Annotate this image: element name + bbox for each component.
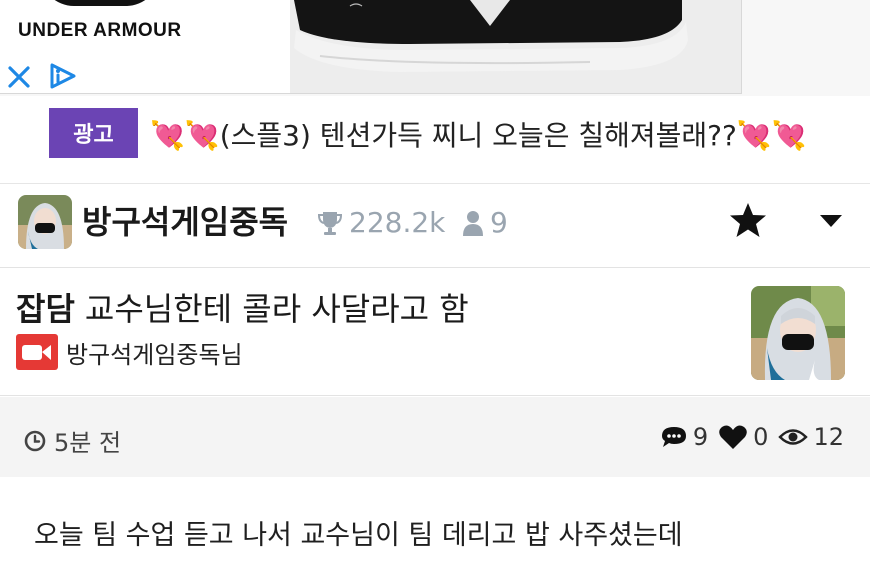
trophy-icon bbox=[317, 211, 343, 235]
ad-banner[interactable]: UNDER ARMOUR bbox=[0, 0, 870, 96]
ad-badge: 광고 bbox=[49, 108, 138, 158]
heart-icon bbox=[719, 425, 747, 449]
post-time-text: 5분 전 bbox=[54, 429, 122, 457]
close-icon[interactable] bbox=[6, 62, 32, 90]
post-header: 잡담 교수님한테 콜라 사달라고 함 방구석게임중독님 bbox=[0, 268, 870, 396]
members-count: 9 bbox=[490, 206, 508, 239]
views-stat: 12 bbox=[778, 423, 844, 451]
post-meta: 5분 전 9 0 12 bbox=[0, 397, 870, 477]
ad-frame[interactable]: UNDER ARMOUR bbox=[0, 0, 742, 94]
post-author[interactable]: 방구석게임중독님 bbox=[16, 334, 243, 370]
star-icon[interactable] bbox=[728, 200, 768, 240]
channel-header: 방구석게임중독 228.2k 9 bbox=[0, 184, 870, 268]
views-count: 12 bbox=[813, 423, 844, 451]
post-stats: 9 0 12 bbox=[660, 423, 844, 451]
post-author-avatar[interactable] bbox=[751, 286, 845, 380]
promoted-post-row[interactable]: 광고 💘💘(스플3) 텐션가득 찌니 오늘은 칠해져볼래??💘💘 bbox=[0, 96, 870, 184]
clock-icon bbox=[24, 430, 46, 451]
post-time: 5분 전 bbox=[24, 423, 121, 458]
followers-count: 228.2k bbox=[349, 206, 446, 239]
channel-followers: 228.2k bbox=[317, 206, 445, 239]
likes-count: 0 bbox=[753, 423, 769, 451]
channel-members: 9 bbox=[462, 206, 508, 239]
ad-product-image[interactable] bbox=[290, 0, 741, 93]
video-camera-icon bbox=[16, 334, 58, 370]
post-category[interactable]: 잡담 bbox=[16, 290, 75, 328]
caret-down-icon[interactable] bbox=[816, 208, 846, 232]
post-body: 오늘 팀 수업 듣고 나서 교수님이 팀 데리고 밥 사주셨는데 bbox=[0, 477, 870, 568]
post-title-text: 교수님한테 콜라 사달라고 함 bbox=[84, 290, 469, 328]
post-title: 잡담 교수님한테 콜라 사달라고 함 bbox=[16, 284, 469, 330]
user-icon bbox=[463, 210, 483, 236]
comments-stat[interactable]: 9 bbox=[660, 423, 708, 451]
sneaker-image bbox=[290, 0, 741, 93]
post-body-text: 오늘 팀 수업 듣고 나서 교수님이 팀 데리고 밥 사주셨는데 bbox=[34, 520, 683, 551]
comment-icon bbox=[661, 427, 686, 447]
author-name: 방구석게임중독님 bbox=[66, 340, 243, 369]
adchoices-icon[interactable] bbox=[46, 60, 80, 92]
channel-name[interactable]: 방구석게임중독 bbox=[82, 197, 288, 243]
likes-stat[interactable]: 0 bbox=[718, 423, 768, 451]
brand-logo-mark bbox=[40, 0, 160, 6]
promoted-post-title[interactable]: 💘💘(스플3) 텐션가득 찌니 오늘은 칠해져볼래??💘💘 bbox=[150, 114, 807, 154]
comments-count: 9 bbox=[692, 423, 709, 451]
eye-icon bbox=[778, 429, 809, 445]
channel-avatar[interactable] bbox=[18, 195, 72, 249]
ad-brand-name: UNDER ARMOUR bbox=[18, 20, 182, 41]
